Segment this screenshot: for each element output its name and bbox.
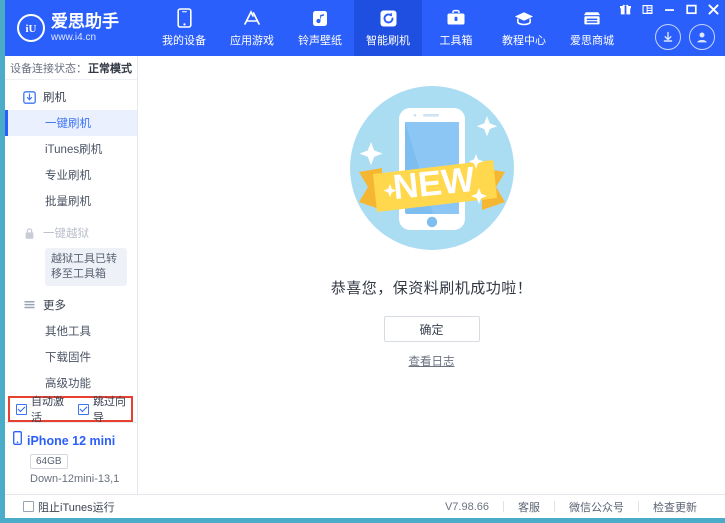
nav-item-toolbox[interactable]: 工具箱 [422,0,490,56]
appstore-icon [242,8,262,28]
sidebar-group-label: 一键越狱 [43,225,89,241]
sidebar-item-one-click-flash[interactable]: 一键刷机 [5,110,137,136]
auto-activate-checkbox[interactable]: 自动激活 [16,393,69,425]
nav-label: 工具箱 [440,32,473,48]
nav-item-apps-games[interactable]: 应用游戏 [218,0,286,56]
block-itunes-checkbox[interactable]: 阻止iTunes运行 [23,499,115,515]
toolbox-icon [446,8,466,28]
minimize-icon[interactable] [663,3,675,15]
flash-options-row: 自动激活 跳过向导 [8,396,133,422]
account-icon[interactable] [689,24,715,50]
brand-url: www.i4.cn [51,33,119,43]
success-message: 恭喜您，保资料刷机成功啦！ [331,277,533,298]
sidebar-item-label: 批量刷机 [45,193,91,209]
confirm-button[interactable]: 确定 [384,316,480,342]
svg-text:iU: iU [26,23,37,35]
graduation-icon [514,8,534,28]
sidebar-item-label: 专业刷机 [45,167,91,183]
maximize-icon[interactable] [685,3,697,15]
phone-icon [13,431,22,450]
new-phone-badge-illustration: NEW [337,76,527,261]
sidebar-item-label: 一键刷机 [45,115,91,131]
connection-status-value: 正常模式 [88,60,132,76]
customer-service-link[interactable]: 客服 [504,499,554,515]
close-icon[interactable] [707,3,719,15]
sidebar-item-itunes-flash[interactable]: iTunes刷机 [5,136,137,162]
sidebar-group-flash[interactable]: 刷机 [5,84,137,110]
download-icon[interactable] [655,24,681,50]
status-bar: 阻止iTunes运行 V7.98.66 客服 微信公众号 检查更新 [5,494,725,518]
view-log-link[interactable]: 查看日志 [409,353,455,369]
nav-item-ringtone-wallpaper[interactable]: 铃声壁纸 [286,0,354,56]
app-header: iU 爱思助手 www.i4.cn 我的设备 应用游戏 [5,0,725,56]
list-icon [22,298,36,312]
connection-status-label: 设备连接状态： [10,60,87,76]
nav-label: 教程中心 [502,32,546,48]
flash-icon [22,90,36,104]
brand-title: 爱思助手 [51,13,119,30]
wechat-official-link[interactable]: 微信公众号 [555,499,638,515]
application-window: iU 爱思助手 www.i4.cn 我的设备 应用游戏 [0,0,725,523]
auto-activate-label: 自动激活 [31,393,69,425]
sidebar-group-more[interactable]: 更多 [5,292,137,318]
brand-logo[interactable]: iU 爱思助手 www.i4.cn [5,0,138,56]
device-name: iPhone 12 mini [27,434,115,448]
nav-label: 应用游戏 [230,32,274,48]
checkbox-box [23,501,34,512]
version-label: V7.98.66 [431,501,503,513]
sidebar-item-advanced[interactable]: 高级功能 [5,370,137,396]
connection-status: 设备连接状态：正常模式 [5,56,137,80]
nav-label: 我的设备 [162,32,206,48]
phone-icon [174,8,194,28]
sidebar-item-batch-flash[interactable]: 批量刷机 [5,188,137,214]
sidebar-item-label: iTunes刷机 [45,141,102,157]
sidebar-group-label: 更多 [43,297,66,313]
skip-wizard-label: 跳过向导 [93,393,131,425]
nav-item-smart-flash[interactable]: 智能刷机 [354,0,422,56]
window-controls [619,3,719,15]
nav-label: 铃声壁纸 [298,32,342,48]
block-itunes-label: 阻止iTunes运行 [38,499,115,515]
device-capacity-badge: 64GB [30,454,68,469]
lock-icon [22,226,36,240]
sidebar-item-download-firmware[interactable]: 下载固件 [5,344,137,370]
skip-wizard-checkbox[interactable]: 跳过向导 [78,393,131,425]
sidebar-item-label: 其他工具 [45,323,91,339]
logo-mark-icon: iU [17,14,45,42]
nav-label: 爱思商城 [570,32,614,48]
menu-icon[interactable] [641,3,653,15]
header-action-buttons [655,24,715,50]
sidebar-group-label: 刷机 [43,89,66,105]
device-model: Down-12mini-13,1 [30,473,137,485]
nav-label: 智能刷机 [366,32,410,48]
sidebar-item-label: 下载固件 [45,349,91,365]
jailbreak-moved-tooltip: 越狱工具已转移至工具箱 [45,248,127,286]
music-icon [310,8,330,28]
sidebar-item-other-tools[interactable]: 其他工具 [5,318,137,344]
main-content: NEW 恭喜您，保资料刷机成功啦！ 确定 查看日志 [138,56,725,494]
sidebar-menu: 刷机 一键刷机 iTunes刷机 专业刷机 批量刷机 [5,80,137,396]
nav-item-tutorial-center[interactable]: 教程中心 [490,0,558,56]
checkbox-box [16,404,27,415]
nav-item-my-device[interactable]: 我的设备 [150,0,218,56]
refresh-icon [378,8,398,28]
sidebar-item-label: 高级功能 [45,375,91,391]
nav-item-store[interactable]: 爱思商城 [558,0,626,56]
check-update-link[interactable]: 检查更新 [639,499,711,515]
checkbox-box [78,404,89,415]
app-body: 设备连接状态：正常模式 刷机 一键刷机 iTunes刷机 专业刷机 [5,56,725,494]
sidebar-group-jailbreak: 一键越狱 [5,220,137,246]
device-card[interactable]: iPhone 12 mini 64GB Down-12mini-13,1 [5,422,137,494]
sidebar-item-pro-flash[interactable]: 专业刷机 [5,162,137,188]
shop-icon [582,8,602,28]
gift-icon[interactable] [619,3,631,15]
sidebar: 设备连接状态：正常模式 刷机 一键刷机 iTunes刷机 专业刷机 [5,56,138,494]
